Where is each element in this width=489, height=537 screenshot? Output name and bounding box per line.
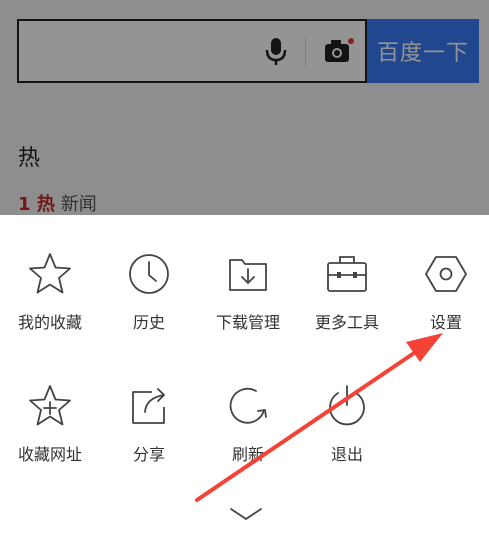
overlay-dim[interactable]: [0, 0, 489, 215]
menu-item-favorites[interactable]: 我的收藏: [1, 251, 99, 333]
power-icon: [329, 385, 365, 426]
menu-item-label: 我的收藏: [17, 313, 82, 332]
menu-item-history[interactable]: 历史: [100, 251, 198, 333]
menu-item-label: 退出: [330, 445, 363, 464]
share-icon: [132, 388, 165, 424]
toolbox-icon: [327, 256, 367, 292]
background-page: 百度一下 热 1 热新闻: [0, 0, 489, 215]
menu-item-label: 分享: [132, 445, 165, 464]
menu-item-refresh[interactable]: 刷新: [199, 383, 297, 465]
download-folder-icon: [229, 259, 267, 291]
menu-item-label: 刷新: [231, 445, 264, 464]
clock-icon: [129, 254, 169, 294]
menu-item-bookmark-url[interactable]: 收藏网址: [1, 383, 99, 465]
menu-item-settings[interactable]: 设置: [397, 251, 489, 333]
menu-item-label: 更多工具: [314, 313, 379, 332]
hexagon-settings-icon: [425, 256, 467, 292]
chevron-down-icon[interactable]: [228, 505, 264, 523]
action-sheet: 我的收藏 历史 下载管理 更多工具 设置 收藏网址 分享 刷新 退出: [0, 215, 489, 537]
menu-item-label: 设置: [429, 313, 462, 332]
menu-item-share[interactable]: 分享: [100, 383, 198, 465]
refresh-icon: [229, 387, 267, 424]
star-icon: [29, 253, 71, 294]
menu-item-exit[interactable]: 退出: [298, 383, 396, 465]
star-plus-icon: [29, 385, 71, 426]
menu-item-more-tools[interactable]: 更多工具: [298, 251, 396, 333]
menu-item-label: 历史: [132, 313, 165, 332]
menu-item-label: 下载管理: [215, 313, 280, 332]
menu-item-downloads[interactable]: 下载管理: [199, 251, 297, 333]
menu-item-label: 收藏网址: [17, 445, 82, 464]
